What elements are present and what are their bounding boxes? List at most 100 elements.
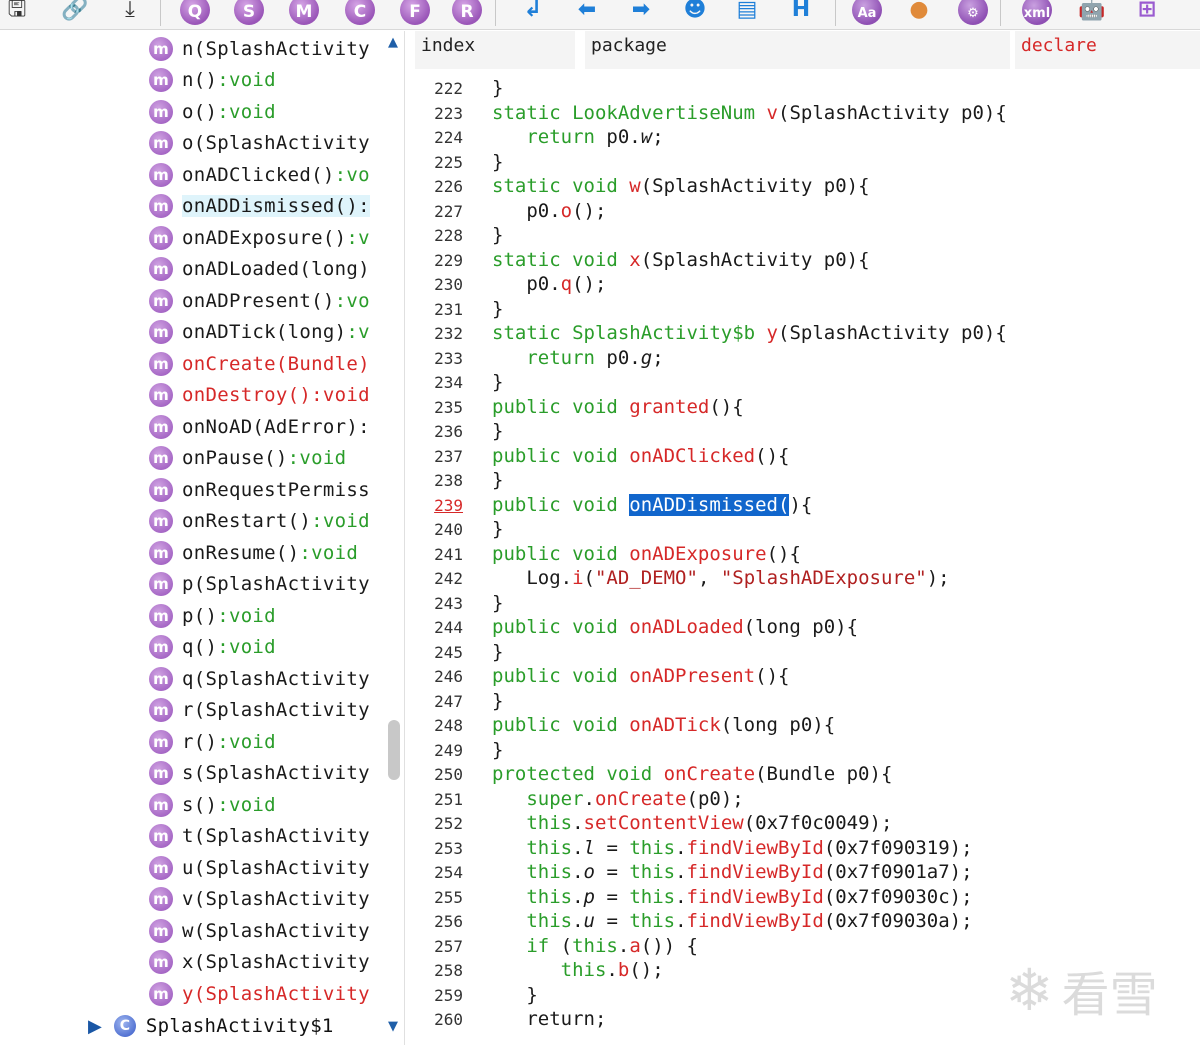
class-tree-panel[interactable]: m n(SplashActivity m n():void m o():void m o(Sp… xyxy=(0,31,405,1045)
code-line[interactable]: super.onCreate(p0); xyxy=(492,788,743,813)
tree-method-item[interactable]: m onCreate(Bundle) xyxy=(145,348,385,380)
tree-method-item[interactable]: m onADClicked():vo xyxy=(145,159,385,191)
code-line[interactable]: public void onADClicked(){ xyxy=(492,445,789,470)
column-tab-index[interactable]: index xyxy=(415,31,575,69)
code-line[interactable]: p0.q(); xyxy=(492,273,606,298)
code-line[interactable]: } xyxy=(492,151,503,176)
tree-method-item[interactable]: m v(SplashActivity xyxy=(145,884,385,916)
save-icon[interactable]: 🖫 xyxy=(0,0,34,28)
code-line[interactable]: } xyxy=(492,224,503,249)
scroll-up-arrow-icon[interactable]: ▲ xyxy=(385,35,401,50)
code-line[interactable]: this.setContentView(0x7f0c0049); xyxy=(492,812,892,837)
code-line[interactable]: } xyxy=(492,469,503,494)
code-line[interactable]: this.u = this.findViewById(0x7f09030a); xyxy=(492,910,972,935)
search-m-icon[interactable]: M xyxy=(287,0,321,28)
tree-method-item[interactable]: m n(SplashActivity xyxy=(145,33,385,65)
code-line[interactable]: } xyxy=(492,77,503,102)
code-line[interactable]: } xyxy=(492,420,503,445)
tree-method-item[interactable]: m y(SplashActivity xyxy=(145,978,385,1010)
code-line[interactable]: p0.o(); xyxy=(492,200,606,225)
tree-method-item[interactable]: m onPause():void xyxy=(145,443,385,475)
search-c-icon[interactable]: C xyxy=(343,0,377,28)
tree-method-item[interactable]: m w(SplashActivity xyxy=(145,915,385,947)
column-tab-declare[interactable]: declare xyxy=(1015,31,1200,69)
expand-arrow-icon[interactable]: ▶ xyxy=(88,1016,102,1037)
code-line[interactable]: } xyxy=(492,298,503,323)
sync-link-icon[interactable]: 🔗 xyxy=(58,0,92,28)
code-line[interactable]: public void onADExposure(){ xyxy=(492,543,801,568)
tree-method-item[interactable]: m onADDismissed(): xyxy=(145,191,385,223)
windows-icon[interactable]: ⊞ xyxy=(1130,0,1164,28)
tree-method-item[interactable]: m onDestroy():void xyxy=(145,380,385,412)
code-line[interactable]: } xyxy=(492,518,503,543)
search-f-icon[interactable]: F xyxy=(398,0,432,28)
xml-icon[interactable]: xml xyxy=(1020,0,1054,28)
code-line[interactable]: return p0.w; xyxy=(492,126,663,151)
code-line[interactable]: return; xyxy=(492,1008,606,1033)
tree-method-item[interactable]: m onRequestPermiss xyxy=(145,474,385,506)
code-line[interactable]: public void onADLoaded(long p0){ xyxy=(492,616,858,641)
tree-method-item[interactable]: m t(SplashActivity xyxy=(145,821,385,853)
code-line[interactable]: static SplashActivity$b y(SplashActivity… xyxy=(492,322,1007,347)
tree-scrollbar-thumb[interactable] xyxy=(388,720,400,780)
code-line[interactable]: protected void onCreate(Bundle p0){ xyxy=(492,763,892,788)
code-line[interactable]: } xyxy=(492,592,503,617)
code-line[interactable]: } xyxy=(492,641,503,666)
code-line[interactable]: Log.i("AD_DEMO", "SplashADExposure"); xyxy=(492,567,949,592)
tree-method-item[interactable]: m x(SplashActivity xyxy=(145,947,385,979)
tree-method-item[interactable]: m onADLoaded(long) xyxy=(145,254,385,286)
back-arrow-icon[interactable]: ⬅ xyxy=(570,0,604,28)
code-editor[interactable]: index package declare 222 223 224 225 226 227 22… xyxy=(415,31,1200,1045)
tree-method-item[interactable]: m q():void xyxy=(145,632,385,664)
tree-method-item[interactable]: m u(SplashActivity xyxy=(145,852,385,884)
tree-method-item[interactable]: m onADPresent():vo xyxy=(145,285,385,317)
search-r-icon[interactable]: R xyxy=(450,0,484,28)
tree-method-item[interactable]: m q(SplashActivity xyxy=(145,663,385,695)
search-q-icon[interactable]: Q xyxy=(178,0,212,28)
search-s-icon[interactable]: S xyxy=(232,0,266,28)
code-line[interactable]: static void x(SplashActivity p0){ xyxy=(492,249,870,274)
tree-method-item[interactable]: m onADTick(long):v xyxy=(145,317,385,349)
scroll-down-arrow-icon[interactable]: ▼ xyxy=(385,1019,401,1034)
goto-line-icon[interactable]: ↲ xyxy=(516,0,550,28)
code-line[interactable]: this.l = this.findViewById(0x7f090319); xyxy=(492,837,972,862)
android-icon[interactable]: 🤖 xyxy=(1075,0,1109,28)
code-line[interactable]: if (this.a()) { xyxy=(492,935,698,960)
forward-arrow-icon[interactable]: ➡ xyxy=(624,0,658,28)
code-line[interactable]: static void w(SplashActivity p0){ xyxy=(492,175,870,200)
settings-gear-icon[interactable]: ⚙ xyxy=(956,0,990,28)
color-dots-icon[interactable]: ● xyxy=(902,0,936,28)
tree-method-item[interactable]: m n():void xyxy=(145,65,385,97)
tree-method-item[interactable]: m r():void xyxy=(145,726,385,758)
code-doc-icon[interactable]: ▤ xyxy=(730,0,764,28)
code-line[interactable]: return p0.g; xyxy=(492,347,663,372)
code-line[interactable]: static LookAdvertiseNum v(SplashActivity… xyxy=(492,102,1007,127)
code-line[interactable]: this.b(); xyxy=(492,959,664,984)
debug-person-icon[interactable]: ☻ xyxy=(678,0,712,28)
code-line[interactable]: } xyxy=(492,984,537,1009)
code-line[interactable]: } xyxy=(492,739,503,764)
tree-method-item[interactable]: m onNoAD(AdError): xyxy=(145,411,385,443)
code-line[interactable]: } xyxy=(492,371,503,396)
tree-method-item[interactable]: m onResume():void xyxy=(145,537,385,569)
code-line[interactable]: public void onADTick(long p0){ xyxy=(492,714,835,739)
code-line[interactable]: public void onADDismissed(){ xyxy=(492,493,812,519)
tree-method-item[interactable]: m s():void xyxy=(145,789,385,821)
tree-method-item[interactable]: m o(SplashActivity xyxy=(145,128,385,160)
tree-class-node[interactable]: ▶ C SplashActivity$1 xyxy=(88,1011,334,1041)
tree-method-item[interactable]: m onRestart():void xyxy=(145,506,385,538)
tree-method-item[interactable]: m r(SplashActivity xyxy=(145,695,385,727)
code-line[interactable]: public void granted(){ xyxy=(492,396,744,421)
column-tab-package[interactable]: package xyxy=(585,31,1010,69)
tree-method-item[interactable]: m p():void xyxy=(145,600,385,632)
export-icon[interactable]: ⤓ xyxy=(113,0,147,28)
code-line[interactable]: public void onADPresent(){ xyxy=(492,665,789,690)
tree-method-item[interactable]: m p(SplashActivity xyxy=(145,569,385,601)
tree-method-item[interactable]: m s(SplashActivity xyxy=(145,758,385,790)
tree-method-item[interactable]: m onADExposure():v xyxy=(145,222,385,254)
code-line[interactable]: this.p = this.findViewById(0x7f09030c); xyxy=(492,886,972,911)
tree-method-item[interactable]: m o():void xyxy=(145,96,385,128)
code-line[interactable]: this.o = this.findViewById(0x7f0901a7); xyxy=(492,861,972,886)
hex-h-icon[interactable]: H xyxy=(784,0,818,28)
font-aa-icon[interactable]: Aa xyxy=(850,0,884,28)
